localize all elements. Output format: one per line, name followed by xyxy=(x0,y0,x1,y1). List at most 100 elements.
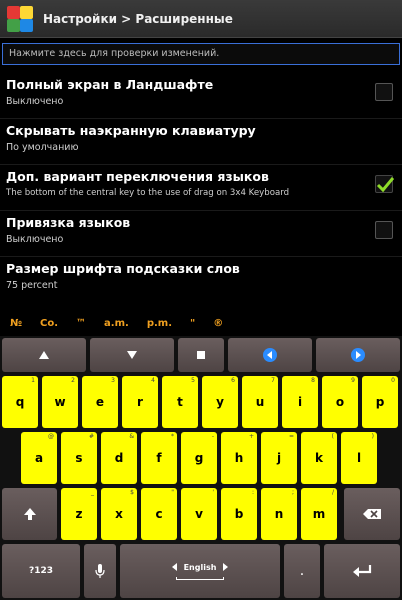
key-label: d xyxy=(114,451,124,465)
key-j[interactable]: = j xyxy=(261,432,297,484)
checkbox-fullscreen-landscape[interactable] xyxy=(375,83,393,101)
checkbox-language-binding[interactable] xyxy=(375,221,393,239)
key-label: b xyxy=(234,507,244,521)
microphone-icon xyxy=(95,564,105,578)
down-arrow-key[interactable] xyxy=(90,338,174,372)
key-hint: : xyxy=(251,489,254,496)
left-cursor-key[interactable] xyxy=(228,338,312,372)
key-b[interactable]: :b xyxy=(221,488,257,540)
checkbox-extra-language-switch[interactable] xyxy=(375,175,395,193)
soft-keyboard: 1q2w3e4r5t6y7u8i9o0p @ a # s & d * f - g + h = j(k) l … xyxy=(0,336,402,600)
key-hint: + xyxy=(248,433,254,440)
suggestion-item[interactable]: " xyxy=(190,318,195,329)
space-bar-icon xyxy=(176,576,224,580)
key-hint: 6 xyxy=(231,377,235,384)
key-hint: 0 xyxy=(391,377,395,384)
backspace-key[interactable] xyxy=(344,488,400,540)
key-hint: " xyxy=(171,489,174,496)
key-hint: _ xyxy=(91,489,94,496)
key-hint: $ xyxy=(130,489,134,496)
page-title: Настройки > Расширенные xyxy=(43,11,233,26)
setting-extra-language-switch[interactable]: Доп. вариант переключения языков The bot… xyxy=(0,169,402,215)
suggestion-item[interactable]: p.m. xyxy=(147,318,172,329)
setting-summary: Выключено xyxy=(6,96,64,107)
suggestion-item[interactable]: a.m. xyxy=(104,318,129,329)
key-g[interactable]: -g xyxy=(181,432,217,484)
key-l[interactable]: ) l xyxy=(341,432,377,484)
key-w[interactable]: 2w xyxy=(42,376,78,428)
suggestion-item[interactable]: № xyxy=(10,318,22,329)
symbols-key[interactable]: ?123 xyxy=(2,544,80,598)
key-label: v xyxy=(195,507,203,521)
period-key[interactable]: . xyxy=(284,544,320,598)
key-n[interactable]: ; n xyxy=(261,488,297,540)
setting-fullscreen-landscape[interactable]: Полный экран в Ландшафте Выключено xyxy=(0,77,402,123)
setting-suggestion-font-size[interactable]: Размер шрифта подсказки слов 75 percent xyxy=(0,261,402,307)
key-label: c xyxy=(155,507,163,521)
key-x[interactable]: $ x xyxy=(101,488,137,540)
key-label: u xyxy=(255,395,265,409)
test-input-field[interactable]: Нажмите здесь для проверки изменений. xyxy=(2,43,400,65)
key-label: e xyxy=(95,395,105,409)
key-a[interactable]: @ a xyxy=(21,432,57,484)
key-hint: 4 xyxy=(151,377,155,384)
key-label: p xyxy=(375,395,385,409)
key-label: j xyxy=(276,451,282,465)
key-hint: 8 xyxy=(311,377,315,384)
divider xyxy=(0,210,402,211)
key-e[interactable]: 3e xyxy=(82,376,118,428)
enter-key[interactable] xyxy=(324,544,400,598)
key-m[interactable]: / m xyxy=(301,488,337,540)
key-hint: & xyxy=(129,433,134,440)
key-hint: 2 xyxy=(71,377,75,384)
setting-summary: Выключено xyxy=(6,234,64,245)
key-hint: # xyxy=(88,433,94,440)
key-q[interactable]: 1q xyxy=(2,376,38,428)
key-label: r xyxy=(137,395,143,409)
up-arrow-key[interactable] xyxy=(2,338,86,372)
key-u[interactable]: 7u xyxy=(242,376,278,428)
key-label: a xyxy=(34,451,44,465)
space-key[interactable]: English xyxy=(120,544,280,598)
key-z[interactable]: _ z xyxy=(61,488,97,540)
key-k[interactable]: (k xyxy=(301,432,337,484)
suggestion-item[interactable]: Co. xyxy=(40,318,58,329)
key-label: k xyxy=(315,451,323,465)
divider xyxy=(0,164,402,165)
key-label: m xyxy=(312,507,326,521)
key-label: w xyxy=(54,395,66,409)
key-p[interactable]: 0p xyxy=(362,376,398,428)
voice-input-key[interactable] xyxy=(84,544,116,598)
key-s[interactable]: # s xyxy=(61,432,97,484)
key-d[interactable]: & d xyxy=(101,432,137,484)
key-hint: @ xyxy=(48,433,54,440)
key-h[interactable]: + h xyxy=(221,432,257,484)
suggestion-item[interactable]: ™ xyxy=(76,318,86,329)
key-r[interactable]: 4r xyxy=(122,376,158,428)
key-y[interactable]: 6y xyxy=(202,376,238,428)
suggestion-item[interactable]: ® xyxy=(213,318,223,329)
key-c[interactable]: " c xyxy=(141,488,177,540)
language-right-arrow-icon xyxy=(223,563,229,571)
key-label: x xyxy=(115,507,123,521)
shift-key[interactable] xyxy=(2,488,57,540)
key-v[interactable]: ' v xyxy=(181,488,217,540)
key-i[interactable]: 8i xyxy=(282,376,318,428)
key-label: h xyxy=(234,451,244,465)
center-dot-key[interactable] xyxy=(178,338,224,372)
key-hint: ( xyxy=(331,433,334,440)
key-hint: * xyxy=(171,433,174,440)
key-label: q xyxy=(15,395,25,409)
setting-language-binding[interactable]: Привязка языков Выключено xyxy=(0,215,402,261)
key-t[interactable]: 5t xyxy=(162,376,198,428)
right-cursor-key[interactable] xyxy=(316,338,400,372)
key-label: s xyxy=(75,451,83,465)
setting-hide-keyboard[interactable]: Скрывать наэкранную клавиатуру По умолча… xyxy=(0,123,402,169)
suggestion-bar: № Co. ™ a.m. p.m. " ® xyxy=(0,310,402,336)
key-label: o xyxy=(335,395,345,409)
setting-title: Скрывать наэкранную клавиатуру xyxy=(6,123,256,138)
key-o[interactable]: 9o xyxy=(322,376,358,428)
key-f[interactable]: * f xyxy=(141,432,177,484)
divider xyxy=(0,118,402,119)
dot-icon xyxy=(197,351,205,359)
